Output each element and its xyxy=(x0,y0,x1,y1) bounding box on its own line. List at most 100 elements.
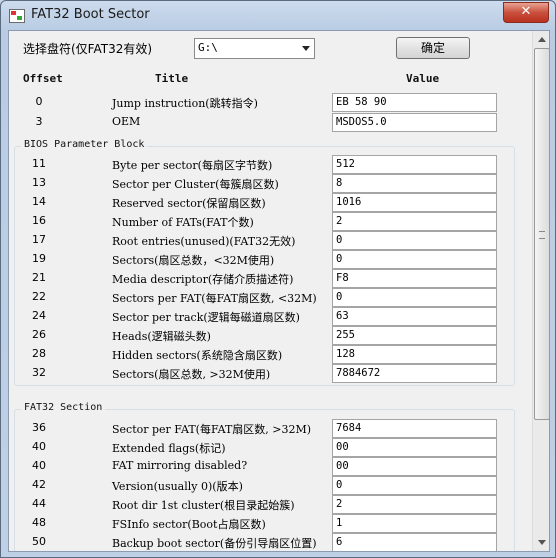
field-title: Number of FATs(FAT个数) xyxy=(112,216,254,229)
field-offset: 22 xyxy=(32,290,46,303)
field-title: Sector per track(逻辑每磁道扇区数) xyxy=(112,311,300,324)
title-header: Title xyxy=(155,72,189,85)
field-offset: 28 xyxy=(32,347,46,360)
field-title: Byte per sector(每扇区字节数) xyxy=(112,159,273,172)
field-offset: 40 xyxy=(32,440,46,453)
field-offset: 32 xyxy=(32,366,46,379)
close-button[interactable]: ✕ xyxy=(503,2,549,23)
field-row: 3 OEM MSDOS5.0 xyxy=(9,112,539,132)
offset-header: Offset xyxy=(23,72,63,85)
field-row: 14 Reserved sector(保留扇区数) 1016 xyxy=(9,193,539,212)
field-value-input[interactable]: 2 xyxy=(332,495,497,514)
app-icon xyxy=(9,9,25,23)
field-offset: 24 xyxy=(32,309,46,322)
field-row: 48 FSInfo sector(Boot占扇区数) 1 xyxy=(9,514,539,533)
drive-label: 选择盘符(仅FAT32有效) xyxy=(23,42,153,56)
field-title: Heads(逻辑磁头数) xyxy=(112,330,211,343)
field-offset: 3 xyxy=(35,114,43,128)
field-value-text: 0 xyxy=(336,253,343,265)
field-value-input[interactable]: 6 xyxy=(332,533,497,551)
field-offset: 36 xyxy=(32,421,46,434)
field-value-input[interactable]: EB 58 90 xyxy=(332,93,497,112)
field-value-input[interactable]: 1016 xyxy=(332,193,497,212)
field-value-text: 2 xyxy=(336,215,343,227)
field-offset: 0 xyxy=(35,95,43,108)
field-value-text: 0 xyxy=(336,234,343,246)
field-offset: 48 xyxy=(32,516,46,529)
scroll-thumb[interactable] xyxy=(534,48,549,420)
title-bar[interactable]: FAT32 Boot Sector ✕ xyxy=(1,1,555,30)
field-offset: 42 xyxy=(32,478,46,491)
field-value-text: 0 xyxy=(336,479,343,491)
field-value-text: 255 xyxy=(336,329,355,341)
field-value-input[interactable]: 0 xyxy=(332,288,497,307)
value-header: Value xyxy=(406,72,440,85)
field-value-input[interactable]: 7884672 xyxy=(332,364,497,383)
field-row: 22 Sectors per FAT(每FAT扇区数, <32M) 0 xyxy=(9,288,539,307)
field-row: 40 FAT mirroring disabled? 00 xyxy=(9,457,539,476)
field-title: Root dir 1st cluster(根目录起始簇) xyxy=(112,499,295,512)
field-row: 32 Sectors(扇区总数, >32M使用) 7884672 xyxy=(9,364,539,383)
field-title: Backup boot sector(备份引导扇区位置) xyxy=(112,537,317,550)
field-value-text: 1016 xyxy=(336,196,362,208)
field-row: 13 Sector per Cluster(每簇扇区数) 8 xyxy=(9,174,539,193)
field-title: FAT mirroring disabled? xyxy=(112,459,248,472)
field-offset: 16 xyxy=(32,214,46,227)
field-offset: 17 xyxy=(32,233,46,246)
field-row: 44 Root dir 1st cluster(根目录起始簇) 2 xyxy=(9,495,539,514)
field-value-input[interactable]: 7684 xyxy=(332,419,497,438)
field-value-input[interactable]: 0 xyxy=(332,250,497,269)
field-value-input[interactable]: 0 xyxy=(332,231,497,250)
field-offset: 44 xyxy=(32,497,46,510)
drive-select-value: G:\ xyxy=(198,41,218,54)
field-offset: 40 xyxy=(32,459,46,472)
field-value-input[interactable]: F8 xyxy=(332,269,497,288)
field-offset: 26 xyxy=(32,328,46,341)
vertical-scrollbar[interactable] xyxy=(532,31,549,551)
field-value-input[interactable]: 00 xyxy=(332,457,497,476)
field-title: Sectors(扇区总数，<32M使用) xyxy=(112,254,275,267)
field-value-text: 7684 xyxy=(336,422,362,434)
field-value-text: 8 xyxy=(336,177,343,189)
field-title: Hidden sectors(系统隐含扇区数) xyxy=(112,349,283,362)
field-title: Root entries(unused)(FAT32无效) xyxy=(112,235,296,248)
scroll-down-arrow-icon[interactable] xyxy=(533,534,549,551)
field-value-text: 7884672 xyxy=(336,367,381,379)
field-title: Sectors(扇区总数, >32M使用) xyxy=(112,368,271,381)
field-value-input[interactable]: 128 xyxy=(332,345,497,364)
field-value-input[interactable]: 63 xyxy=(332,307,497,326)
field-offset: 14 xyxy=(32,195,46,208)
field-value-text: 0 xyxy=(336,291,343,303)
field-value-input[interactable]: 0 xyxy=(332,476,497,495)
window-title: FAT32 Boot Sector xyxy=(31,7,150,22)
bpb-group-title: BIOS Parameter Block xyxy=(21,139,148,150)
field-title: Media descriptor(存储介质描述符) xyxy=(112,273,294,286)
field-value-text: 1 xyxy=(336,517,343,529)
field-row: 26 Heads(逻辑磁头数) 255 xyxy=(9,326,539,345)
field-value-input[interactable]: MSDOS5.0 xyxy=(332,112,497,132)
grip-icon xyxy=(539,231,545,239)
field-value-input[interactable]: 8 xyxy=(332,174,497,193)
field-row: 16 Number of FATs(FAT个数) 2 xyxy=(9,212,539,231)
field-title: OEM xyxy=(112,114,141,128)
field-value-input[interactable]: 255 xyxy=(332,326,497,345)
field-value-text: 128 xyxy=(336,348,355,360)
field-value-text: F8 xyxy=(336,272,349,284)
chevron-down-icon[interactable] xyxy=(302,46,310,51)
field-value-input[interactable]: 00 xyxy=(332,438,497,457)
field-value-input[interactable]: 1 xyxy=(332,514,497,533)
field-row: 50 Backup boot sector(备份引导扇区位置) 6 xyxy=(9,533,539,551)
field-title: Sectors per FAT(每FAT扇区数, <32M) xyxy=(112,292,317,305)
field-row: 28 Hidden sectors(系统隐含扇区数) 128 xyxy=(9,345,539,364)
client-area: 选择盘符(仅FAT32有效) G:\ 确定 Offset Title Value… xyxy=(8,30,550,552)
field-value-input[interactable]: 512 xyxy=(332,155,497,174)
field-value-text: 512 xyxy=(336,158,355,170)
scroll-up-arrow-icon[interactable] xyxy=(533,31,549,48)
field-value-input[interactable]: 2 xyxy=(332,212,497,231)
drive-select[interactable]: G:\ xyxy=(194,38,315,59)
field-row: 11 Byte per sector(每扇区字节数) 512 xyxy=(9,155,539,174)
ok-button[interactable]: 确定 xyxy=(396,37,470,59)
field-value-text: 2 xyxy=(336,498,343,510)
field-value-text: 6 xyxy=(336,536,343,548)
field-row: 17 Root entries(unused)(FAT32无效) 0 xyxy=(9,231,539,250)
